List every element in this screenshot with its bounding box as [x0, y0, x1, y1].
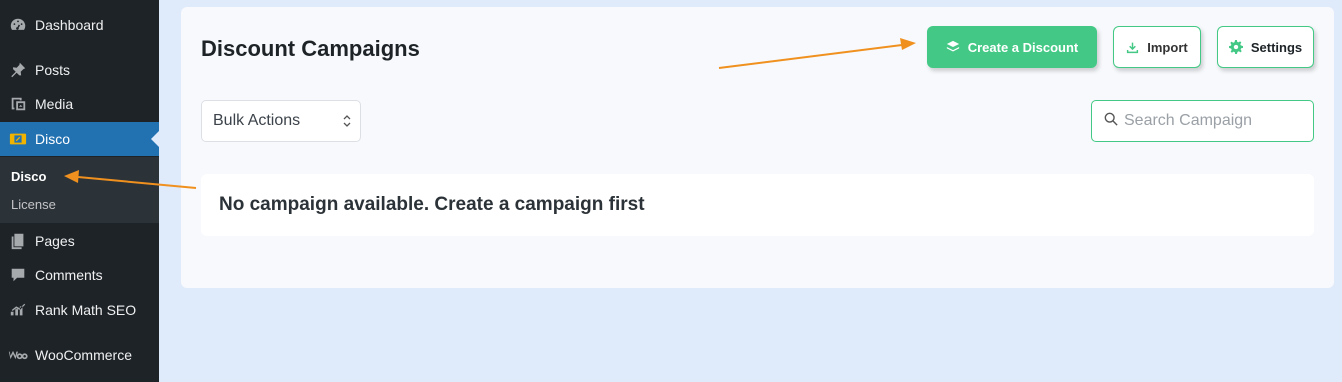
sidebar-item-dashboard[interactable]: Dashboard [0, 8, 159, 42]
search-icon [1104, 112, 1118, 131]
pages-icon [8, 231, 28, 251]
import-button[interactable]: Import [1113, 26, 1201, 68]
sidebar-item-disco[interactable]: Disco [0, 122, 159, 156]
pushpin-icon [8, 60, 28, 80]
sidebar-item-label: Rank Math SEO [35, 302, 137, 318]
create-discount-button[interactable]: Create a Discount [927, 26, 1097, 68]
gear-icon [1228, 40, 1243, 54]
rank-math-icon [8, 300, 28, 320]
sidebar-item-label: Pages [35, 233, 75, 249]
download-icon [1126, 41, 1139, 54]
disco-submenu: Disco License [0, 157, 159, 223]
sidebar-item-label: WooCommerce [35, 347, 132, 363]
campaigns-panel: Discount Campaigns Create a Discount Imp… [181, 7, 1334, 288]
search-campaign-input[interactable] [1124, 112, 1304, 130]
sidebar-item-label: Media [35, 96, 74, 112]
submenu-item-license[interactable]: License [11, 197, 56, 212]
comment-icon [8, 265, 28, 285]
media-icon [8, 94, 28, 114]
dashboard-icon [8, 15, 28, 35]
sidebar-item-comments[interactable]: Comments [0, 258, 159, 292]
sidebar-item-label: Comments [35, 267, 103, 283]
search-campaign-box[interactable] [1091, 100, 1314, 142]
submenu-item-disco[interactable]: Disco [11, 169, 46, 184]
import-label: Import [1147, 39, 1188, 55]
page-title: Discount Campaigns [201, 36, 420, 61]
sidebar-item-label: Disco [35, 131, 71, 147]
bulk-actions-value: Bulk Actions [213, 112, 301, 129]
sidebar-item-posts[interactable]: Posts [0, 53, 159, 87]
empty-state-message: No campaign available. Create a campaign… [219, 194, 645, 215]
sidebar-item-pages[interactable]: Pages [0, 224, 159, 258]
sidebar-item-woocommerce[interactable]: WooCommerce [0, 338, 159, 372]
active-indicator [151, 131, 159, 147]
create-discount-label: Create a Discount [967, 39, 1079, 55]
disco-icon [8, 129, 28, 149]
sidebar-item-rank-math-seo[interactable]: Rank Math SEO [0, 293, 159, 327]
empty-state-card: No campaign available. Create a campaign… [201, 174, 1314, 236]
bulk-actions-select[interactable]: Bulk Actions [201, 100, 361, 142]
sidebar-item-media[interactable]: Media [0, 87, 159, 121]
sidebar-item-label: Dashboard [35, 17, 104, 33]
layers-icon [946, 40, 960, 54]
chevron-updown-icon [342, 113, 352, 134]
woocommerce-icon [8, 345, 28, 365]
settings-button[interactable]: Settings [1217, 26, 1314, 68]
settings-label: Settings [1250, 39, 1303, 55]
admin-sidebar: Dashboard Posts Media Disco Disco Licens… [0, 0, 159, 382]
sidebar-item-label: Posts [35, 62, 71, 78]
